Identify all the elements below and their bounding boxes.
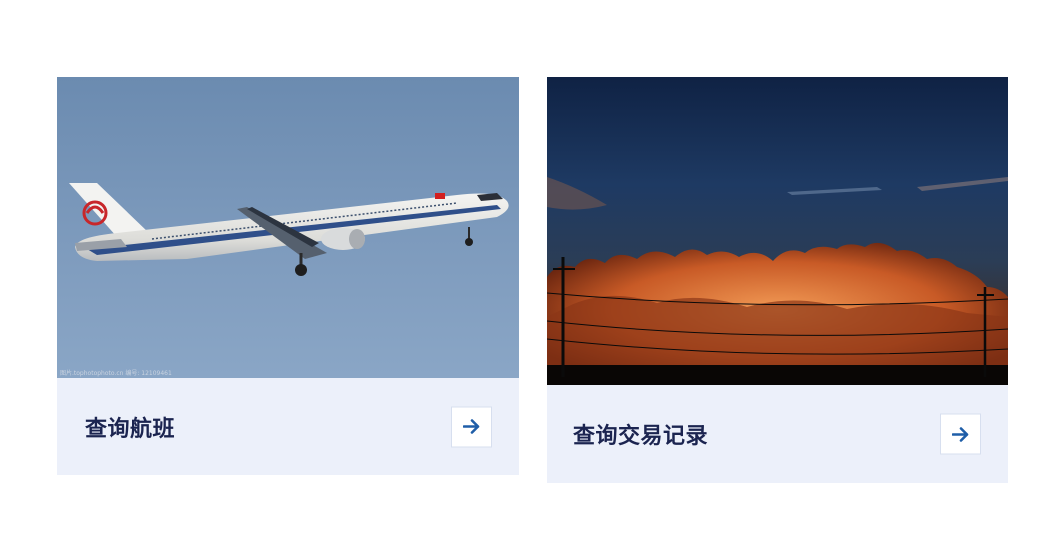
arrow-right-icon (462, 419, 479, 434)
sunset-clouds-photo (547, 77, 1008, 385)
transaction-records-card[interactable]: 查询交易记录 (547, 77, 1008, 483)
go-transaction-records-button[interactable] (940, 413, 981, 455)
card-title: 查询交易记录 (573, 424, 709, 449)
card-footer: 查询航班 (57, 378, 519, 475)
card-footer: 查询交易记录 (547, 385, 1008, 483)
flight-query-card[interactable]: 图片.tophotophoto.cn 编号: 12109461 查询航班 (57, 77, 519, 475)
airplane-photo: 图片.tophotophoto.cn 编号: 12109461 (57, 77, 519, 378)
arrow-right-icon (951, 426, 968, 442)
card-title: 查询航班 (85, 416, 176, 442)
go-flight-query-button[interactable] (451, 406, 492, 447)
photo-watermark: 图片.tophotophoto.cn 编号: 12109461 (60, 369, 172, 377)
